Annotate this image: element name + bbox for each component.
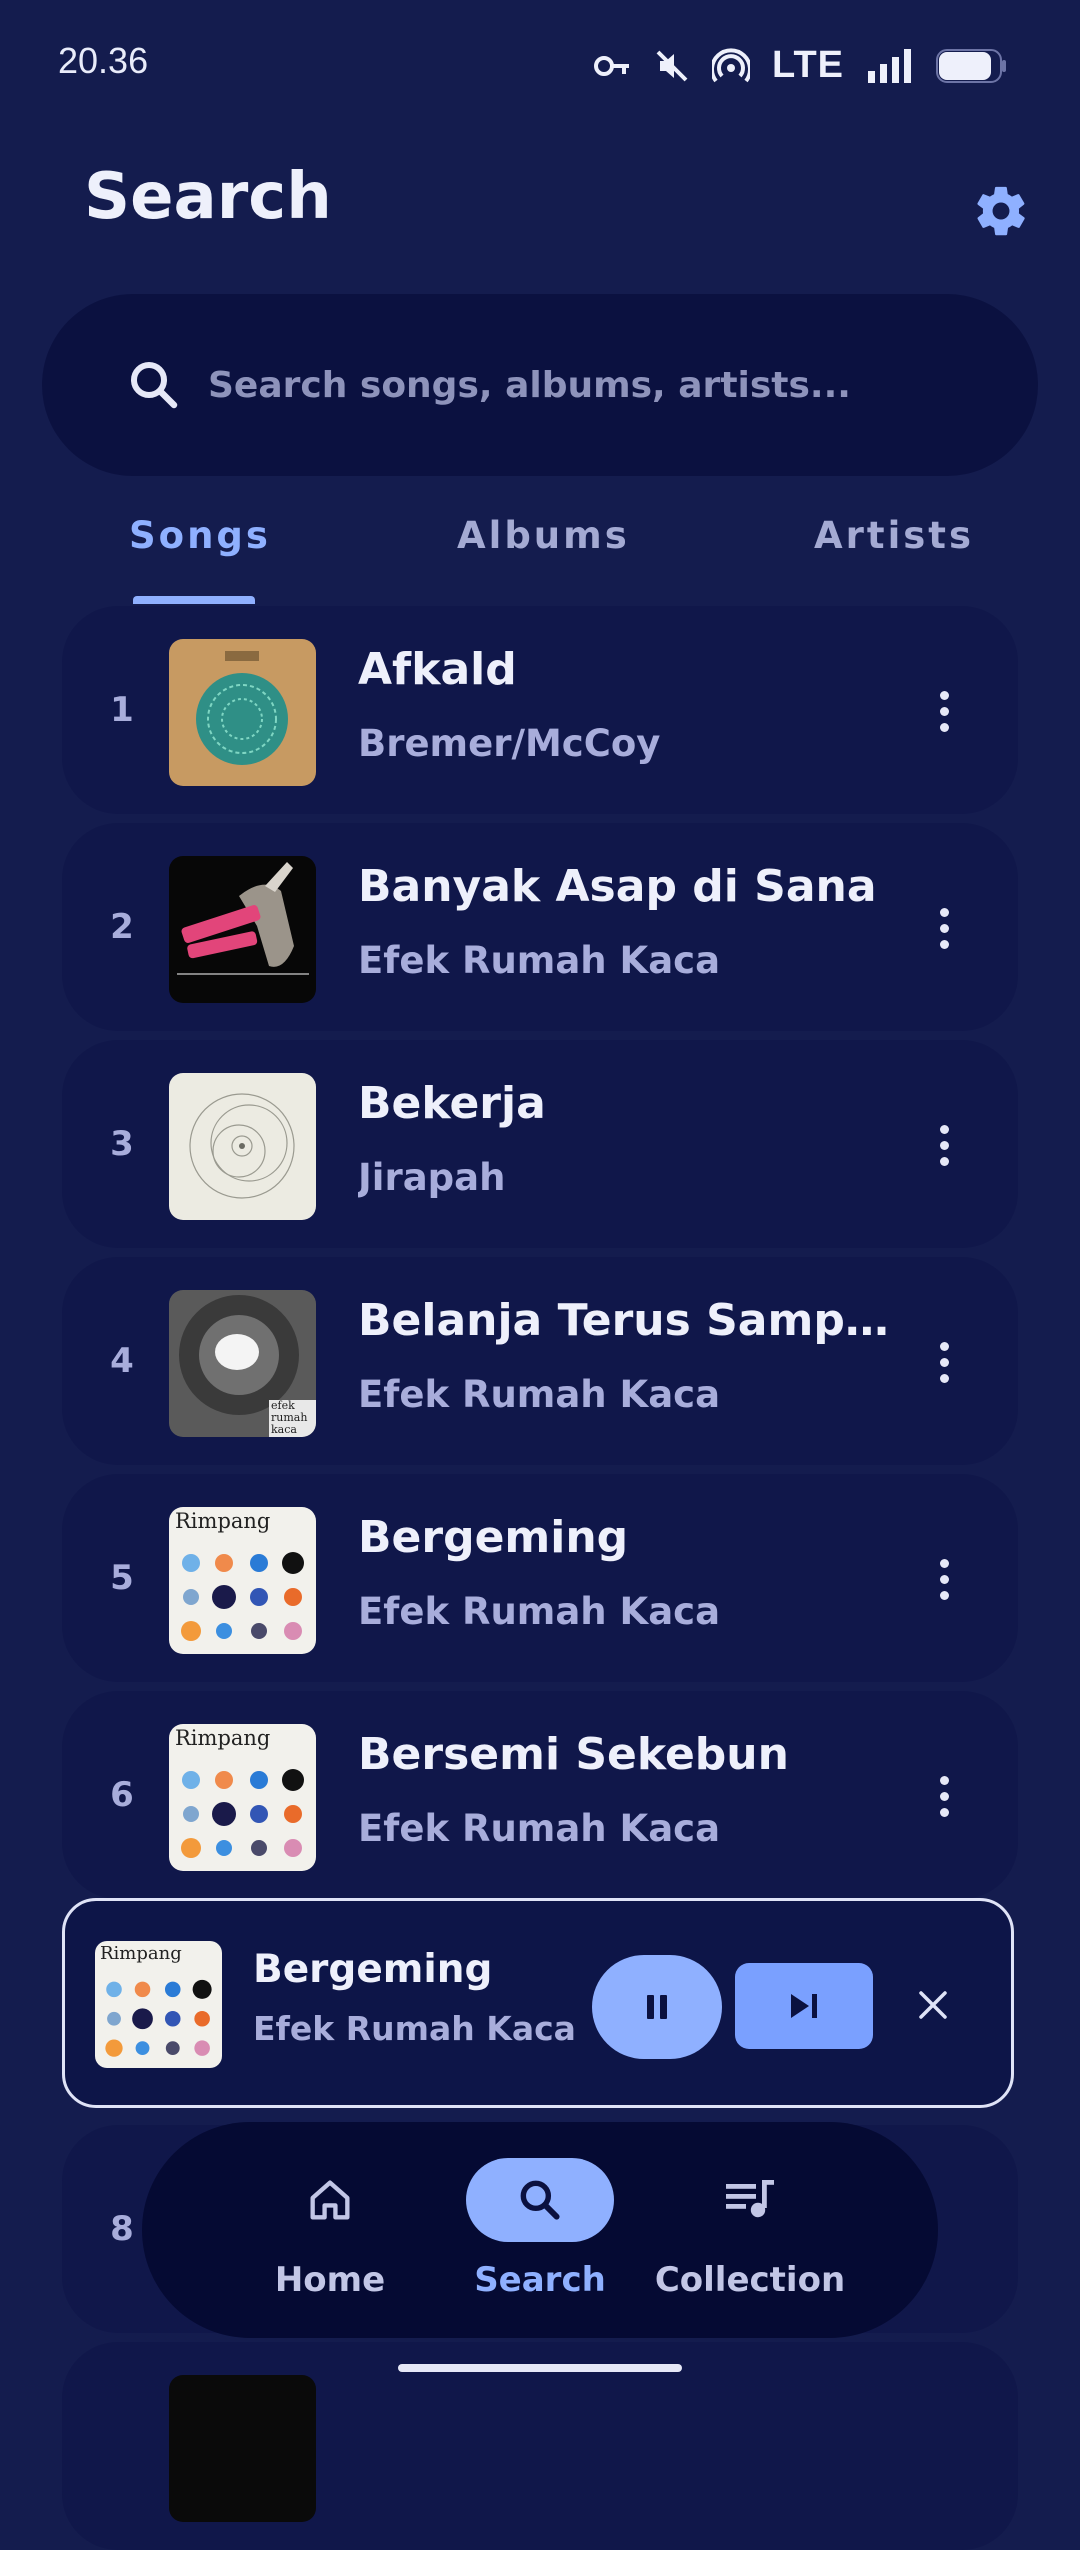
nav-collection[interactable]: Collection: [650, 2122, 850, 2338]
hotspot-icon: [712, 47, 751, 84]
gesture-bar[interactable]: [398, 2364, 682, 2372]
more-options-button[interactable]: [914, 1317, 974, 1407]
now-playing-cover: Rimpang: [95, 1941, 222, 2068]
nav-search[interactable]: Search: [440, 2122, 640, 2338]
battery-icon: [936, 48, 1008, 83]
status-time: 20.36: [58, 40, 149, 81]
song-title: Bersemi Sekebun: [358, 1729, 789, 1780]
song-index: 6: [110, 1775, 134, 1815]
song-artist: Efek Rumah Kaca: [358, 1373, 721, 1416]
now-playing-artist: Efek Rumah Kaca: [253, 2009, 576, 2048]
song-index: 4: [110, 1341, 134, 1381]
settings-button[interactable]: [966, 176, 1036, 246]
network-type: LTE: [772, 44, 844, 86]
song-row[interactable]: 4 efek rumah kaca Belanja Terus Sampai M…: [62, 1257, 1018, 1465]
tab-bar: Songs Albums Artists: [0, 500, 1080, 604]
song-title: Afkald: [358, 644, 517, 695]
song-title: Belanja Terus Sampai Mati: [358, 1295, 918, 1346]
album-cover: efek rumah kaca: [169, 1290, 316, 1437]
album-cover: Rimpang: [169, 1724, 316, 1871]
nav-collection-label: Collection: [654, 2260, 846, 2300]
pause-icon: [647, 1995, 667, 2019]
album-cover: [169, 639, 316, 786]
cover-text: efek rumah kaca: [271, 1399, 308, 1436]
now-playing-title: Bergeming: [253, 1947, 493, 1992]
more-options-button[interactable]: [914, 1100, 974, 1190]
song-row[interactable]: 6 Rimpang Bersemi Sekebun Efek Rumah Kac…: [62, 1691, 1018, 1899]
song-index: 5: [110, 1558, 134, 1598]
song-artist: Efek Rumah Kaca: [358, 1590, 721, 1633]
song-row[interactable]: 3 Bekerja Jirapah: [62, 1040, 1018, 1248]
search-placeholder: Search songs, albums, artists...: [208, 364, 851, 406]
signal-icon: [866, 48, 914, 83]
page-title: Search: [84, 160, 332, 234]
more-options-button[interactable]: [914, 1534, 974, 1624]
search-input[interactable]: Search songs, albums, artists...: [42, 294, 1038, 476]
song-row[interactable]: 2 Banyak Asap di Sana Efek Rumah Kaca: [62, 823, 1018, 1031]
key-icon: [594, 53, 632, 79]
song-artist: Efek Rumah Kaca: [358, 1807, 721, 1850]
skip-next-icon: [791, 1994, 817, 2018]
song-artist: Bremer/McCoy: [358, 722, 661, 765]
album-cover: Rimpang: [169, 1507, 316, 1654]
skip-next-button[interactable]: [735, 1963, 873, 2049]
tab-albums[interactable]: Albums: [457, 514, 630, 557]
nav-home[interactable]: Home: [230, 2122, 430, 2338]
search-icon: [520, 2180, 560, 2220]
more-options-button[interactable]: [914, 666, 974, 756]
song-artist: Jirapah: [358, 1156, 506, 1199]
song-row[interactable]: 5 Rimpang Bergeming Efek Rumah Kaca: [62, 1474, 1018, 1682]
more-options-button[interactable]: [914, 883, 974, 973]
song-index: 1: [110, 690, 134, 730]
tab-indicator: [133, 596, 255, 604]
search-icon: [131, 362, 178, 409]
status-bar: 20.36 LTE: [0, 0, 1080, 130]
close-button[interactable]: [911, 1983, 955, 2027]
status-icons: LTE: [594, 44, 1008, 87]
album-cover: [169, 856, 316, 1003]
song-index: 2: [110, 907, 134, 947]
tab-songs[interactable]: Songs: [129, 514, 271, 557]
more-options-button[interactable]: [914, 1751, 974, 1841]
queue-music-icon: [726, 2180, 774, 2218]
mute-icon: [654, 48, 690, 84]
gear-icon: [977, 186, 1025, 236]
song-title: Bergeming: [358, 1512, 629, 1563]
song-title: Bekerja: [358, 1078, 546, 1129]
pause-button[interactable]: [592, 1955, 722, 2059]
tab-artists[interactable]: Artists: [814, 514, 974, 557]
mini-player[interactable]: Rimpang Bergeming Efek Rumah Kaca: [62, 1898, 1014, 2108]
song-title: Banyak Asap di Sana: [358, 861, 877, 912]
close-icon: [919, 1991, 947, 2019]
song-artist: Efek Rumah Kaca: [358, 939, 721, 982]
song-row[interactable]: [62, 2342, 1018, 2550]
song-row[interactable]: 1 Afkald Bremer/McCoy: [62, 606, 1018, 814]
album-cover: [169, 2375, 316, 2522]
bottom-navigation: Home Search Collection: [142, 2122, 938, 2338]
song-index: 3: [110, 1124, 134, 1164]
home-icon: [310, 2180, 350, 2220]
album-cover: [169, 1073, 316, 1220]
